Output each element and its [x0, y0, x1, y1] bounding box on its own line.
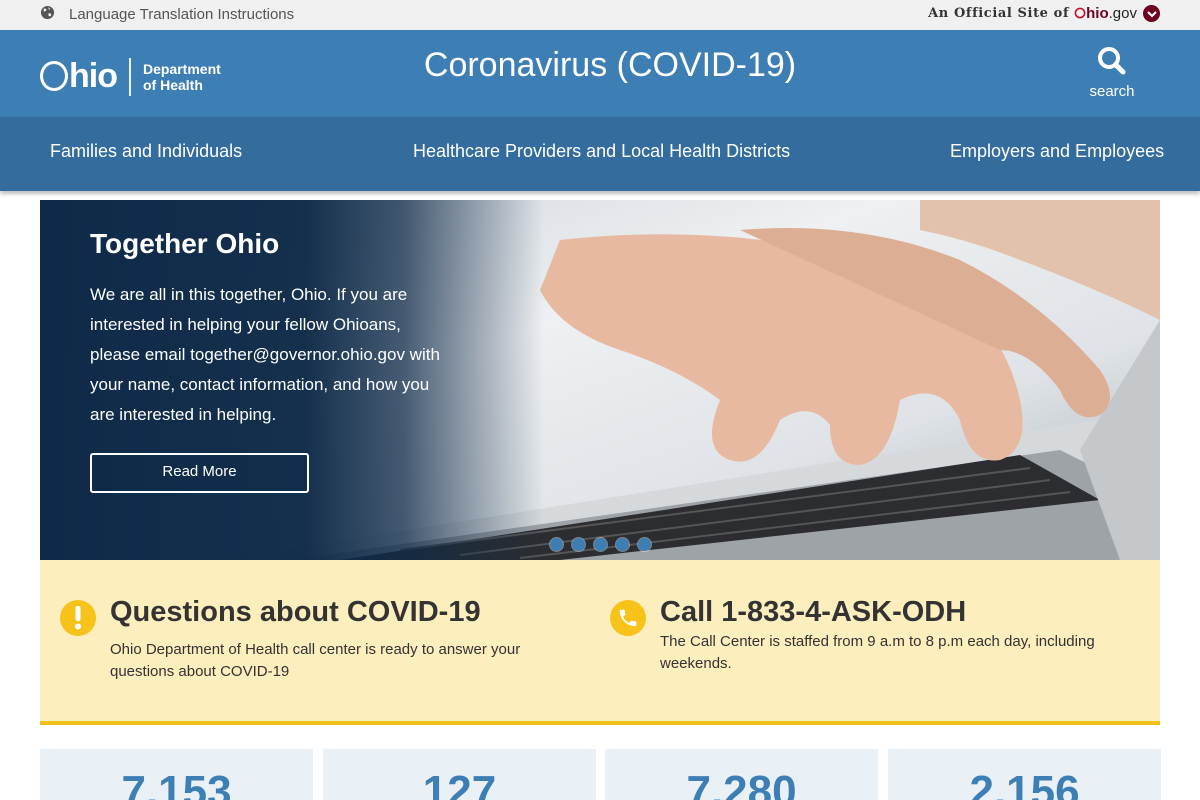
- stat-card: 7,153: [40, 749, 313, 800]
- nav-employers-employees[interactable]: Employers and Employees: [950, 141, 1164, 162]
- stat-value: 2,156: [969, 767, 1080, 800]
- stat-value: 7,153: [121, 767, 232, 800]
- call-center-heading[interactable]: Call 1-833-4-ASK-ODH: [660, 596, 966, 629]
- search-label: search: [1089, 83, 1135, 100]
- carousel-dot-5[interactable]: [638, 538, 651, 551]
- ohio-gov-suffix: .gov: [1108, 5, 1137, 22]
- ohio-gov-brand: hio: [1086, 5, 1109, 22]
- stat-card: 127: [323, 749, 596, 800]
- stat-value: 127: [422, 767, 497, 800]
- questions-text: Ohio Department of Health call center is…: [110, 641, 521, 680]
- site-title: Coronavirus (COVID-19): [423, 46, 797, 84]
- stat-card: 7,280: [605, 749, 878, 800]
- search-button[interactable]: search: [1082, 46, 1142, 100]
- hero-body: We are all in this together, Ohio. If yo…: [90, 285, 440, 424]
- nav-families-individuals[interactable]: Families and Individuals: [50, 141, 242, 162]
- stat-value: 7,280: [686, 767, 797, 800]
- globe-icon: [40, 5, 69, 24]
- carousel-dot-4[interactable]: [616, 538, 629, 551]
- official-site-badge[interactable]: An Official Site of hio.gov: [928, 5, 1160, 22]
- carousel-dot-1[interactable]: [550, 538, 563, 551]
- official-site-label: An Official Site of: [928, 6, 1070, 21]
- hero-heading: Together Ohio: [90, 228, 280, 259]
- phone-icon: [610, 600, 646, 636]
- language-link-label: Language Translation Instructions: [69, 6, 295, 23]
- nav-healthcare-providers[interactable]: Healthcare Providers and Local Health Di…: [413, 141, 790, 162]
- chevron-down-icon[interactable]: [1143, 5, 1160, 22]
- stat-card: 2,156: [888, 749, 1161, 800]
- exclamation-icon: [60, 600, 96, 636]
- call-center-hours: The Call Center is staffed from 9 a.m to…: [660, 633, 1095, 672]
- site-header: hio Department of Health Coronavirus (CO…: [0, 30, 1200, 117]
- carousel-dot-3[interactable]: [594, 538, 607, 551]
- questions-heading: Questions about COVID-19: [110, 596, 481, 628]
- search-icon: [1097, 47, 1127, 80]
- ohio-gov-logo: hio.gov: [1074, 5, 1137, 22]
- hero-carousel: Together Ohio We are all in this togethe…: [40, 200, 1160, 560]
- read-more-button[interactable]: Read More: [90, 453, 309, 493]
- carousel-dot-2[interactable]: [572, 538, 585, 551]
- main-nav: Families and Individuals Healthcare Prov…: [0, 117, 1200, 191]
- stats-cards: 7,153 127 7,280 2,156: [40, 749, 1161, 800]
- language-translation-link[interactable]: Language Translation Instructions: [40, 5, 294, 24]
- call-center-info: Questions about COVID-19 Ohio Department…: [40, 560, 1160, 725]
- utility-bar: Language Translation Instructions An Off…: [0, 0, 1200, 30]
- carousel-indicators: [550, 538, 660, 551]
